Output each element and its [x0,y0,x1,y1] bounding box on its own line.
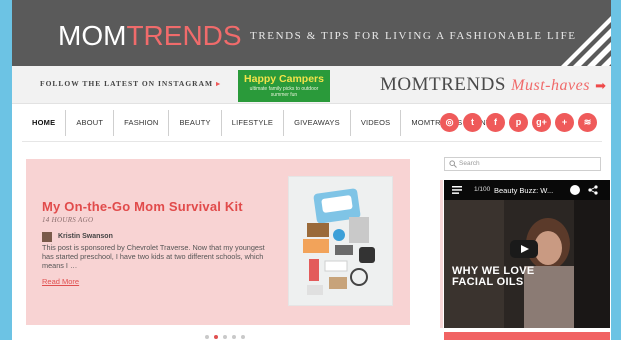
survival-kit-illustration [289,177,392,305]
featured-title[interactable]: My On-the-Go Mom Survival Kit [42,199,243,214]
instagram-icon[interactable]: ◎ [440,113,459,132]
nav-giveaways[interactable]: GIVEAWAYS [284,110,351,136]
video-topbar: 1/100 Beauty Buzz: W... [444,180,610,200]
sidebar-banner[interactable] [444,332,610,340]
featured-excerpt: This post is sponsored by Chevrolet Trav… [42,243,265,270]
masthead: MOMTRENDS TRENDS & TIPS FOR LIVING A FAS… [12,0,611,66]
decorative-stripes [561,16,611,66]
featured-slide[interactable]: My On-the-Go Mom Survival Kit 14 HOURS A… [26,159,410,325]
nav-divider [22,141,602,142]
video-count: 1/100 [474,186,491,193]
googleplus-icon[interactable]: g+ [532,113,551,132]
slider-dot[interactable] [241,335,245,339]
nav-beauty[interactable]: BEAUTY [169,110,222,136]
plus-icon[interactable]: + [555,113,574,132]
happy-campers-banner[interactable]: Happy Campers ultimate family picks to o… [238,70,330,102]
author-avatar [42,232,52,242]
main-nav: HOME ABOUT FASHION BEAUTY LIFESTYLE GIVE… [22,110,506,136]
page: MOMTRENDS TRENDS & TIPS FOR LIVING A FAS… [12,0,611,340]
logo-mom: MOM [58,20,127,51]
author-name[interactable]: Kristin Swanson [58,233,113,240]
instagram-follow-link[interactable]: FOLLOW THE LATEST ON INSTAGRAM ▸ [40,79,221,88]
promo-bar: FOLLOW THE LATEST ON INSTAGRAM ▸ Happy Ca… [12,66,611,104]
rss-icon[interactable]: ≋ [578,113,597,132]
happy-campers-subtitle: ultimate family picks to outdoor summer … [249,86,319,98]
video-player[interactable]: 1/100 Beauty Buzz: W... WHY WE LOVE FACI… [444,180,610,328]
slider-dot[interactable] [223,335,227,339]
nav-fashion[interactable]: FASHION [114,110,170,136]
search-placeholder: Search [459,160,480,167]
pinterest-icon[interactable]: p [509,113,528,132]
logo-trends: TRENDS [126,20,242,51]
musthaves-script: Must-haves [511,77,590,94]
slider-dots [205,335,245,339]
video-caption: WHY WE LOVE FACIAL OILS [452,265,535,288]
nav-lifestyle[interactable]: LIFESTYLE [222,110,285,136]
featured-timestamp: 14 HOURS AGO [42,216,94,224]
slider-dot-active[interactable] [214,335,218,339]
site-logo[interactable]: MOMTRENDS [58,20,242,52]
social-icons: ◎ t f p g+ + ≋ [440,113,597,132]
happy-campers-title: Happy Campers [244,73,324,85]
search-input[interactable]: Search [444,157,601,171]
video-thumbnail [444,200,610,328]
instagram-follow-label: FOLLOW THE LATEST ON INSTAGRAM [40,79,214,88]
musthaves-brand: MOMTRENDS [380,74,506,95]
video-frame-accent [440,180,443,328]
playlist-icon[interactable] [452,186,462,194]
slider-dot[interactable] [205,335,209,339]
nav-videos[interactable]: VIDEOS [351,110,402,136]
facebook-icon[interactable]: f [486,113,505,132]
arrow-right-icon: ▸ [216,79,221,88]
tagline: TRENDS & TIPS FOR LIVING A FASHIONABLE L… [250,30,577,42]
arrow-right-icon: ➡ [595,78,607,93]
watch-later-icon[interactable] [570,185,580,195]
featured-image[interactable] [288,176,393,306]
share-icon[interactable] [588,185,598,195]
nav-home[interactable]: HOME [22,110,67,136]
play-button[interactable] [510,240,538,258]
search-icon [449,160,457,168]
musthaves-banner[interactable]: MOMTRENDS Must-haves ➡ [380,74,607,96]
nav-about[interactable]: ABOUT [66,110,115,136]
read-more-link[interactable]: Read More [42,277,79,286]
video-title[interactable]: Beauty Buzz: W... [494,186,553,195]
slider-dot[interactable] [232,335,236,339]
twitter-icon[interactable]: t [463,113,482,132]
